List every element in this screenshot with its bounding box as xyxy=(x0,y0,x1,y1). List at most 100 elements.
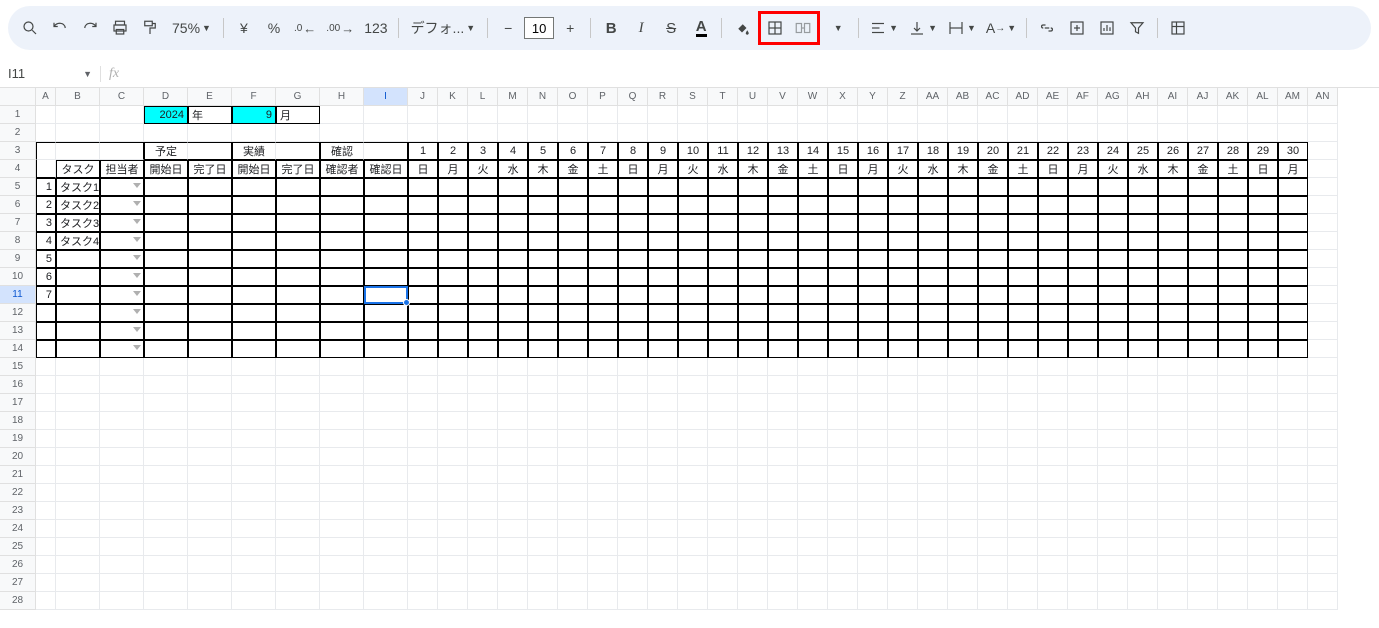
cell[interactable] xyxy=(558,484,588,502)
cell[interactable] xyxy=(828,394,858,412)
cell[interactable] xyxy=(768,412,798,430)
cell[interactable] xyxy=(528,196,558,214)
cell[interactable] xyxy=(648,448,678,466)
name-box[interactable]: I11▼ xyxy=(0,66,100,81)
cell[interactable] xyxy=(768,322,798,340)
cell[interactable] xyxy=(498,358,528,376)
cell[interactable] xyxy=(232,538,276,556)
cell[interactable] xyxy=(232,394,276,412)
borders-button[interactable] xyxy=(761,14,789,42)
cell[interactable] xyxy=(888,250,918,268)
cell[interactable] xyxy=(36,448,56,466)
cell[interactable] xyxy=(618,394,648,412)
cell[interactable] xyxy=(588,556,618,574)
cell[interactable] xyxy=(828,178,858,196)
cell[interactable] xyxy=(36,556,56,574)
cell[interactable] xyxy=(276,358,320,376)
cell[interactable] xyxy=(648,538,678,556)
cell[interactable] xyxy=(364,196,408,214)
cell[interactable] xyxy=(948,250,978,268)
cell[interactable] xyxy=(828,196,858,214)
cell[interactable] xyxy=(1158,448,1188,466)
cell[interactable] xyxy=(588,106,618,124)
cell[interactable] xyxy=(1278,520,1308,538)
cell[interactable] xyxy=(320,520,364,538)
cell[interactable] xyxy=(588,178,618,196)
row-header[interactable]: 6 xyxy=(0,196,36,214)
cell[interactable] xyxy=(768,250,798,268)
cell[interactable] xyxy=(1038,232,1068,250)
cell[interactable] xyxy=(468,196,498,214)
cell[interactable] xyxy=(798,538,828,556)
cell[interactable] xyxy=(276,214,320,232)
cell[interactable] xyxy=(188,556,232,574)
cell[interactable] xyxy=(1218,394,1248,412)
cell[interactable] xyxy=(738,358,768,376)
cell[interactable] xyxy=(100,124,144,142)
cell[interactable] xyxy=(468,268,498,286)
cell[interactable] xyxy=(888,484,918,502)
cell[interactable] xyxy=(1098,574,1128,592)
dropdown-arrow-icon[interactable] xyxy=(133,291,141,296)
cell[interactable] xyxy=(144,448,188,466)
cell[interactable] xyxy=(468,106,498,124)
insert-chart-button[interactable] xyxy=(1093,14,1121,42)
cell[interactable] xyxy=(768,304,798,322)
cell[interactable] xyxy=(798,556,828,574)
cell[interactable]: 8 xyxy=(618,142,648,160)
cell[interactable]: 15 xyxy=(828,142,858,160)
row-header[interactable]: 21 xyxy=(0,466,36,484)
cell[interactable] xyxy=(1278,268,1308,286)
cell[interactable] xyxy=(1158,196,1188,214)
text-rotation-button[interactable]: A→▼ xyxy=(982,14,1020,42)
cell[interactable] xyxy=(648,592,678,610)
cell[interactable] xyxy=(276,502,320,520)
cell[interactable] xyxy=(188,412,232,430)
cell[interactable] xyxy=(1278,484,1308,502)
cell[interactable] xyxy=(1308,286,1338,304)
cell[interactable] xyxy=(1008,268,1038,286)
cell[interactable] xyxy=(1008,232,1038,250)
cell[interactable] xyxy=(1278,232,1308,250)
cell[interactable] xyxy=(144,484,188,502)
cell[interactable] xyxy=(1068,502,1098,520)
cell[interactable] xyxy=(918,502,948,520)
cell[interactable] xyxy=(144,394,188,412)
cell[interactable] xyxy=(708,538,738,556)
cell[interactable] xyxy=(828,340,858,358)
fill-color-button[interactable] xyxy=(728,14,756,42)
cell[interactable]: 11 xyxy=(708,142,738,160)
cell[interactable] xyxy=(468,412,498,430)
cell[interactable] xyxy=(1068,106,1098,124)
cell[interactable] xyxy=(100,178,144,196)
cell[interactable] xyxy=(438,520,468,538)
column-header[interactable]: AI xyxy=(1158,88,1188,106)
cell[interactable] xyxy=(858,214,888,232)
cell[interactable] xyxy=(36,520,56,538)
cell[interactable] xyxy=(858,520,888,538)
cell[interactable] xyxy=(1308,142,1338,160)
cell[interactable] xyxy=(320,430,364,448)
cell[interactable] xyxy=(364,430,408,448)
cell[interactable]: 日 xyxy=(1248,160,1278,178)
cell[interactable] xyxy=(438,376,468,394)
cell[interactable] xyxy=(232,502,276,520)
cell[interactable] xyxy=(1188,394,1218,412)
cell[interactable] xyxy=(498,268,528,286)
cell[interactable] xyxy=(468,394,498,412)
cell[interactable] xyxy=(798,592,828,610)
cell[interactable] xyxy=(528,466,558,484)
cell[interactable] xyxy=(948,412,978,430)
cell[interactable] xyxy=(276,196,320,214)
cell[interactable] xyxy=(888,502,918,520)
cell[interactable] xyxy=(1038,520,1068,538)
cell[interactable] xyxy=(1188,124,1218,142)
column-header[interactable]: B xyxy=(56,88,100,106)
cell[interactable] xyxy=(364,340,408,358)
cell[interactable] xyxy=(678,430,708,448)
cell[interactable] xyxy=(468,250,498,268)
cell[interactable] xyxy=(1308,304,1338,322)
cell[interactable] xyxy=(978,322,1008,340)
cell[interactable] xyxy=(364,412,408,430)
column-header[interactable]: Q xyxy=(618,88,648,106)
